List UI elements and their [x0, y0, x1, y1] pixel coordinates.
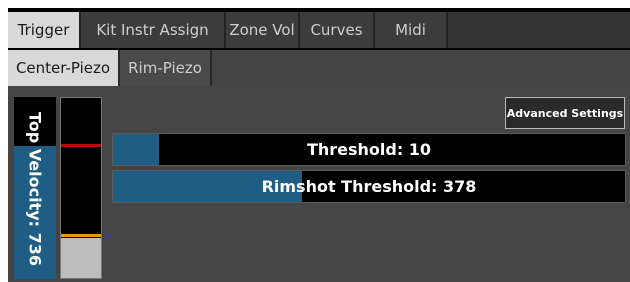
tab-trigger[interactable]: Trigger — [8, 12, 81, 48]
top-velocity-label: Top Velocity: 736 — [25, 111, 45, 267]
threshold-label: Threshold: 10 — [306, 140, 432, 159]
tab-rim-piezo[interactable]: Rim-Piezo — [120, 50, 212, 86]
sub-tab-bar: Center-Piezo Rim-Piezo — [8, 50, 630, 86]
meter-fill — [61, 238, 101, 278]
top-velocity-marker — [61, 143, 101, 147]
tab-midi[interactable]: Midi — [375, 12, 448, 48]
hit-level-meter — [60, 97, 102, 279]
tab-curves[interactable]: Curves — [300, 12, 375, 48]
advanced-settings-button[interactable]: Advanced Settings — [505, 97, 625, 129]
tab-kit-instr-assign[interactable]: Kit Instr Assign — [81, 12, 226, 48]
tab-zone-vol[interactable]: Zone Vol — [226, 12, 300, 48]
rimshot-threshold-slider[interactable]: Rimshot Threshold: 378 — [112, 170, 626, 203]
tab-center-piezo[interactable]: Center-Piezo — [8, 50, 120, 86]
threshold-marker — [61, 233, 101, 237]
threshold-slider[interactable]: Threshold: 10 — [112, 133, 626, 166]
main-tab-bar: Trigger Kit Instr Assign Zone Vol Curves… — [8, 12, 630, 48]
rimshot-threshold-label: Rimshot Threshold: 378 — [261, 177, 477, 196]
